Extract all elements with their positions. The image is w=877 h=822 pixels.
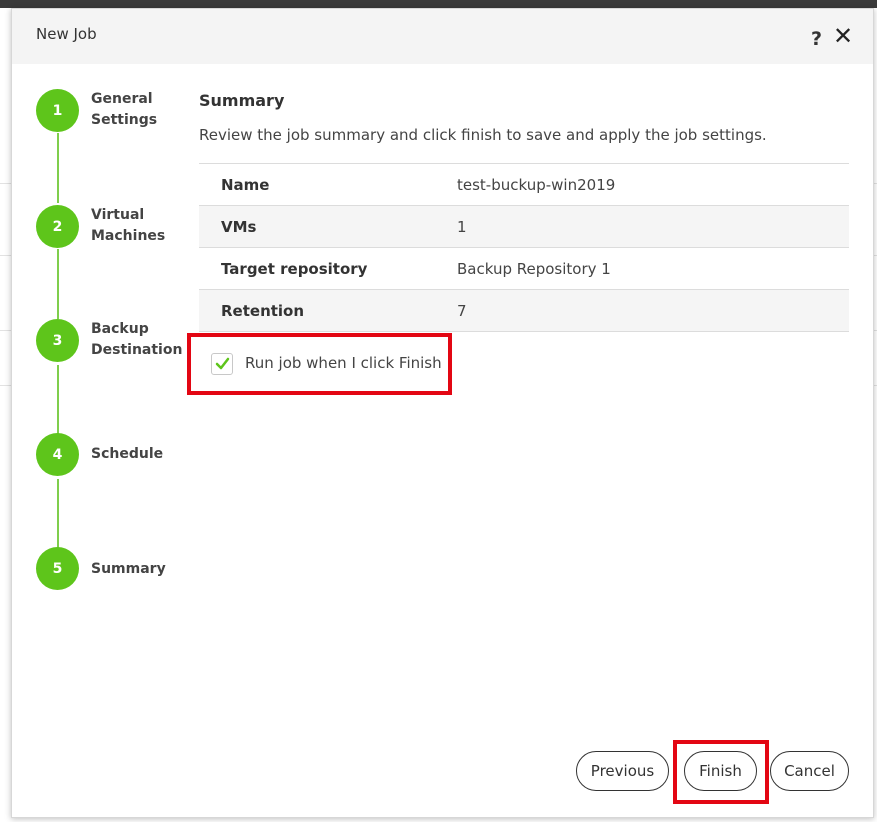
summary-description: Review the job summary and click finish … [199, 126, 767, 144]
summary-key: Name [221, 175, 270, 194]
summary-key: Target repository [221, 259, 368, 278]
table-row: Retention 7 [199, 290, 849, 332]
step-label: Summary [91, 561, 166, 577]
close-icon[interactable]: ✕ [833, 22, 853, 50]
summary-value: 1 [457, 217, 467, 236]
step-number: 2 [36, 205, 79, 248]
summary-key: VMs [221, 217, 257, 236]
checkmark-icon [215, 357, 230, 370]
table-row: VMs 1 [199, 206, 849, 248]
step-connector [57, 365, 59, 435]
step-connector [57, 249, 59, 319]
summary-value: test-buckup-win2019 [457, 175, 616, 194]
cancel-button[interactable]: Cancel [770, 751, 849, 791]
step-connector [57, 479, 59, 549]
summary-key: Retention [221, 301, 305, 320]
step-connector [57, 133, 59, 203]
summary-title: Summary [199, 91, 285, 110]
summary-value: Backup Repository 1 [457, 259, 611, 278]
step-number: 3 [36, 319, 79, 362]
step-label: Backup Destination [91, 321, 183, 358]
run-job-highlight: Run job when I click Finish [187, 333, 452, 395]
step-label: Virtual Machines [91, 207, 166, 244]
run-job-checkbox[interactable] [211, 353, 233, 375]
help-icon[interactable]: ? [811, 28, 822, 50]
dialog-header: New Job ? ✕ [12, 9, 873, 64]
table-row: Target repository Backup Repository 1 [199, 248, 849, 290]
finish-button[interactable]: Finish [684, 751, 757, 791]
background-topbar [0, 0, 877, 8]
step-label: General Settings [91, 91, 158, 128]
summary-value: 7 [457, 301, 467, 320]
step-number: 1 [36, 89, 79, 132]
step-number: 5 [36, 547, 79, 590]
run-job-label[interactable]: Run job when I click Finish [245, 354, 442, 372]
table-row: Name test-buckup-win2019 [199, 164, 849, 206]
summary-table: Name test-buckup-win2019 VMs 1 Target re… [199, 163, 849, 332]
new-job-dialog: New Job ? ✕ 1 General Settings 2 Virtual… [11, 8, 874, 818]
step-number: 4 [36, 433, 79, 476]
dialog-title: New Job [36, 25, 97, 43]
previous-button[interactable]: Previous [576, 751, 669, 791]
step-label: Schedule [91, 446, 164, 462]
